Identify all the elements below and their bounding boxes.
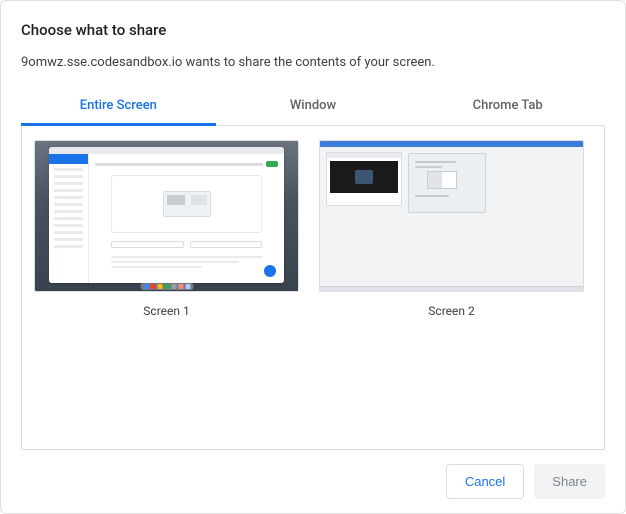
dialog-message: 9omwz.sse.codesandbox.io wants to share … xyxy=(21,55,605,70)
tab-label: Window xyxy=(290,98,336,113)
screen-option-2[interactable]: Screen 2 xyxy=(319,140,584,318)
screen-1-thumbnail xyxy=(34,140,299,292)
share-type-tabs: Entire Screen Window Chrome Tab xyxy=(21,88,605,126)
screen-share-dialog: Choose what to share 9omwz.sse.codesandb… xyxy=(0,0,626,514)
screen-2-label: Screen 2 xyxy=(428,304,474,318)
dialog-footer: Cancel Share xyxy=(21,450,605,499)
tab-label: Entire Screen xyxy=(80,98,157,113)
tab-window[interactable]: Window xyxy=(216,88,411,125)
tab-label: Chrome Tab xyxy=(473,98,543,113)
screen-1-label: Screen 1 xyxy=(143,304,189,318)
tab-entire-screen[interactable]: Entire Screen xyxy=(21,88,216,125)
dialog-title: Choose what to share xyxy=(21,21,605,39)
screen-option-1[interactable]: Screen 1 xyxy=(34,140,299,318)
screen-2-thumbnail xyxy=(319,140,584,292)
tab-chrome-tab[interactable]: Chrome Tab xyxy=(410,88,605,125)
screen-options-panel: Screen 1 Screen 2 xyxy=(21,126,605,450)
cancel-button[interactable]: Cancel xyxy=(446,464,524,499)
share-button[interactable]: Share xyxy=(534,464,605,499)
